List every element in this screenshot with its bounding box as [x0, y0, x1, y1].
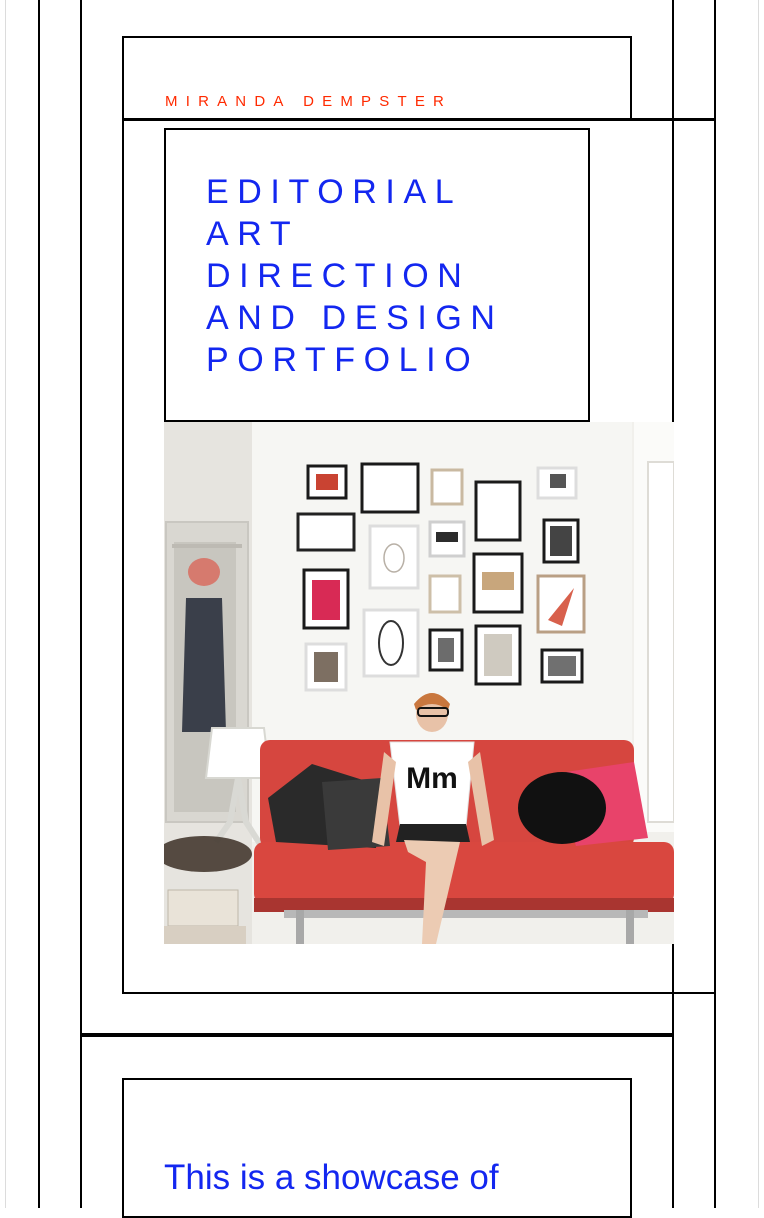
title-line: AND DESIGN: [206, 299, 504, 337]
hero-top-rule: [122, 118, 716, 121]
section-divider: [80, 1033, 674, 1037]
portrait-photo: Mm: [164, 422, 674, 944]
grid-line-v1: [38, 0, 40, 1208]
page-title: EDITORIAL ART DIRECTION AND DESIGN PORTF…: [206, 171, 504, 381]
hero-left-rule: [122, 118, 124, 994]
hero-bottom-rule: [122, 992, 716, 994]
title-line: PORTFOLIO: [206, 341, 480, 379]
title-line: DIRECTION: [206, 257, 471, 295]
shirt-lettering: Mm: [406, 762, 458, 795]
title-line: EDITORIAL: [206, 173, 463, 211]
title-line: ART: [206, 215, 300, 253]
brand-name[interactable]: MIRANDA DEMPSTER: [165, 93, 452, 110]
intro-text: This is a showcase of: [164, 1158, 499, 1197]
grid-line-v2: [80, 0, 82, 1208]
grid-line-v4: [714, 0, 716, 1208]
